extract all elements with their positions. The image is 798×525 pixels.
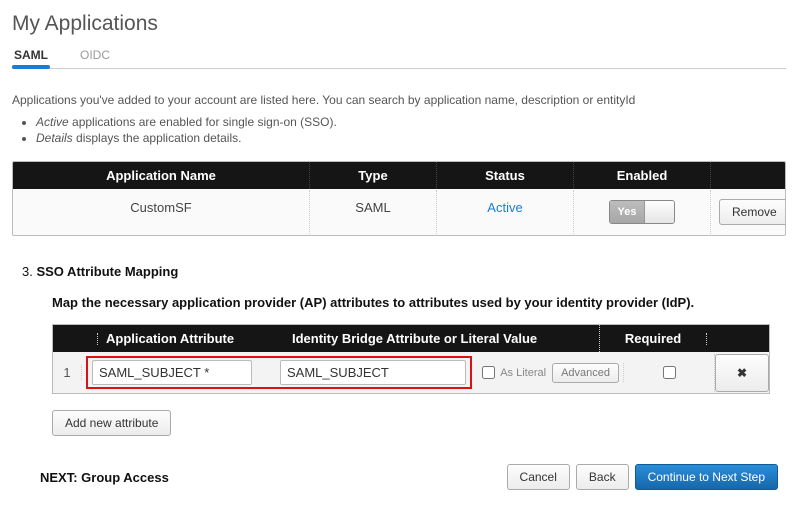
col-header-idb: Identity Bridge Attribute or Literal Val… <box>284 325 599 352</box>
tab-oidc[interactable]: OIDC <box>78 44 112 68</box>
intro-bullets: Active applications are enabled for sing… <box>12 115 786 145</box>
enabled-toggle[interactable]: Yes <box>609 200 675 224</box>
intro-bullet-active: Active applications are enabled for sing… <box>36 115 786 129</box>
idb-attribute-input[interactable] <box>280 360 466 385</box>
intro-description: Applications you've added to your accoun… <box>12 93 786 107</box>
col-header-required: Required <box>599 325 706 352</box>
as-literal-checkbox[interactable] <box>482 366 495 379</box>
row-index: 1 <box>53 365 82 380</box>
tab-saml[interactable]: SAML <box>12 44 50 68</box>
intro-bullet-details: Details displays the application details… <box>36 131 786 145</box>
add-new-attribute-button[interactable]: Add new attribute <box>52 410 171 436</box>
col-header-enabled: Enabled <box>574 162 711 189</box>
col-header-actions <box>711 162 785 189</box>
app-type-cell: SAML <box>310 190 437 234</box>
advanced-button[interactable]: Advanced <box>552 363 619 383</box>
attribute-mapping-table: Application Attribute Identity Bridge At… <box>52 324 768 394</box>
required-checkbox[interactable] <box>663 366 676 379</box>
app-name-cell: CustomSF <box>13 190 310 234</box>
applications-table: Application Name Type Status Enabled Cus… <box>12 161 786 236</box>
col-header-name: Application Name <box>13 162 310 189</box>
section-sso-mapping-title: 3. SSO Attribute Mapping <box>22 264 786 279</box>
remove-button[interactable]: Remove <box>719 199 786 225</box>
col-header-status: Status <box>437 162 574 189</box>
col-header-type: Type <box>310 162 437 189</box>
app-status-link[interactable]: Active <box>487 200 522 215</box>
applications-table-header: Application Name Type Status Enabled <box>13 162 785 189</box>
page-title: My Applications <box>12 12 786 36</box>
cancel-button[interactable]: Cancel <box>507 464 570 490</box>
applications-table-row: CustomSF SAML Active Yes Remove <box>13 189 785 235</box>
delete-row-button[interactable]: ✖ <box>715 354 769 392</box>
app-attribute-input[interactable] <box>92 360 252 385</box>
back-button[interactable]: Back <box>576 464 629 490</box>
enabled-toggle-knob <box>644 201 674 223</box>
attribute-mapping-row: 1 As Literal Advanced <box>53 352 769 393</box>
continue-button[interactable]: Continue to Next Step <box>635 464 778 490</box>
enabled-toggle-yes-label: Yes <box>610 201 644 223</box>
col-header-app-attribute: Application Attribute <box>98 325 284 352</box>
mapping-highlight <box>86 356 472 389</box>
tabs: SAML OIDC <box>12 44 786 69</box>
close-icon: ✖ <box>737 366 747 380</box>
next-step-label: NEXT: Group Access <box>40 470 507 485</box>
section-sso-mapping-sub: Map the necessary application provider (… <box>52 295 786 310</box>
attribute-mapping-header: Application Attribute Identity Bridge At… <box>53 325 769 352</box>
as-literal-label: As Literal <box>478 363 546 382</box>
footer: NEXT: Group Access Cancel Back Continue … <box>12 464 786 490</box>
